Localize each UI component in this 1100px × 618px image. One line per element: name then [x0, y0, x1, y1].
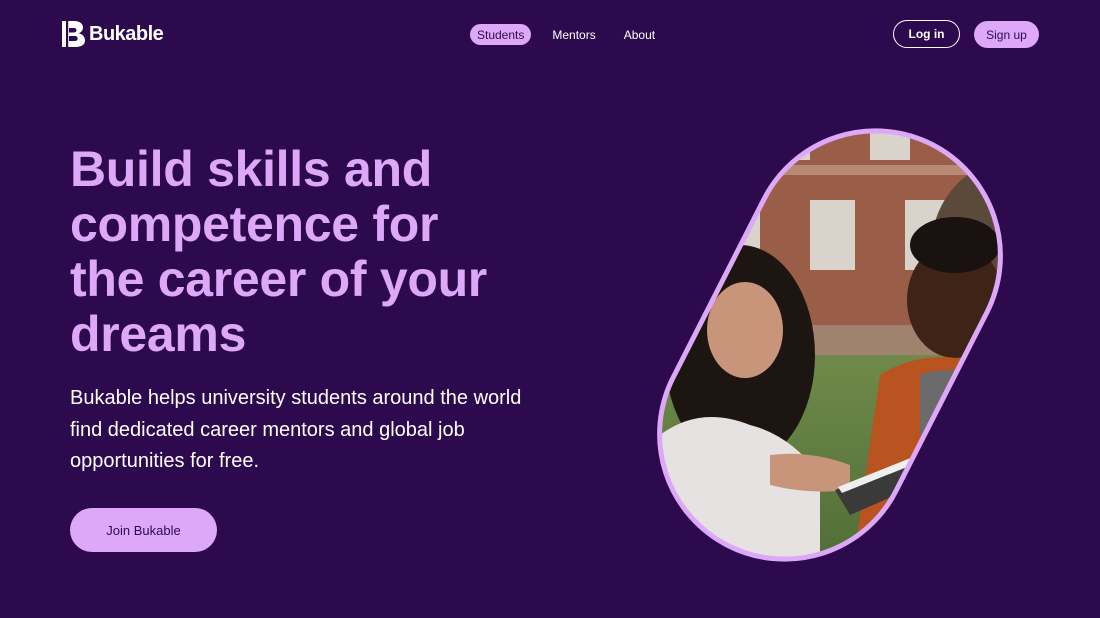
description-line: find dedicated career mentors and global…: [70, 418, 465, 441]
brand-name: Bukable: [89, 22, 164, 45]
nav-item-mentors[interactable]: Mentors: [545, 24, 602, 45]
hero-description: Bukable helps university students around…: [70, 383, 550, 478]
headline-line: dreams: [70, 306, 247, 362]
signup-button[interactable]: Sign up: [974, 21, 1039, 48]
photo-scene: [620, 105, 1040, 585]
headline-line: Build skills and: [70, 141, 432, 197]
login-button[interactable]: Log in: [893, 20, 960, 48]
hero-headline: Build skills and competence for the care…: [70, 142, 550, 362]
main-nav: Students Mentors About: [470, 24, 662, 45]
brand-logo[interactable]: Bukable: [61, 21, 164, 47]
bukable-b-logo-icon: [62, 21, 85, 47]
description-line: opportunities for free.: [70, 450, 259, 472]
nav-item-students[interactable]: Students: [470, 24, 532, 45]
headline-line: the career of your: [70, 251, 487, 307]
headline-line: competence for: [70, 196, 439, 252]
join-bukable-button[interactable]: Join Bukable: [70, 508, 217, 552]
description-line: Bukable helps university students around…: [70, 387, 522, 409]
nav-item-about[interactable]: About: [617, 24, 662, 45]
hero-photo-students: [620, 105, 1040, 585]
